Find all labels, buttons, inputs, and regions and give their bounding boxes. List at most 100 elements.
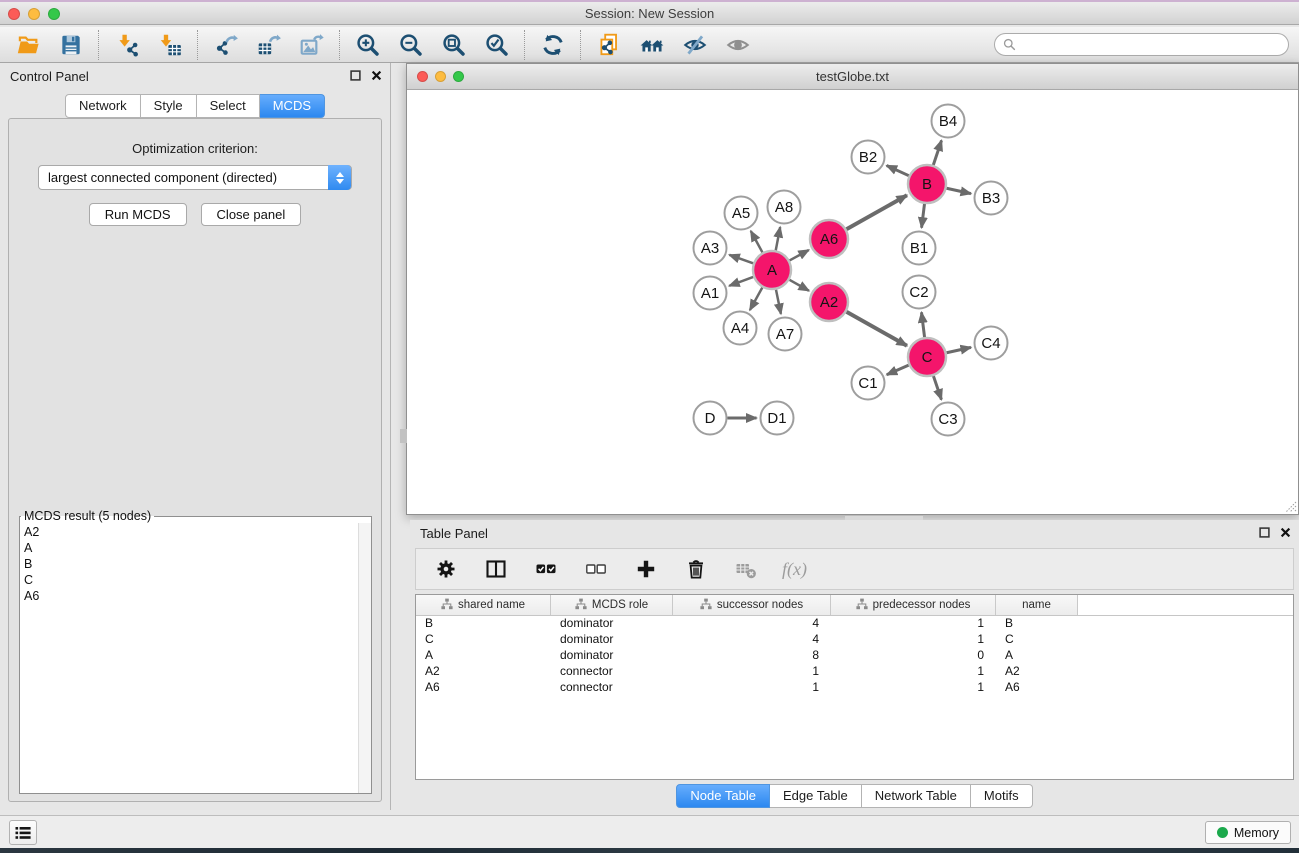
table-row[interactable]: Bdominator41B <box>416 616 1293 632</box>
table-cell[interactable]: 1 <box>831 616 996 631</box>
column-header-predecessor-nodes[interactable]: predecessor nodes <box>831 595 996 615</box>
graph-edge-A-A3[interactable] <box>729 255 753 263</box>
graph-edge-C-C2[interactable] <box>922 312 925 337</box>
graph-edge-A-A1[interactable] <box>729 277 753 286</box>
network-graph[interactable]: B4B2BB3A8A5A6A3B1AA1C2A2A4A7C4CC1DD1C3 <box>407 90 1298 514</box>
save-session-icon[interactable] <box>57 31 84 58</box>
network-window-titlebar[interactable]: testGlobe.txt <box>407 64 1298 90</box>
mcds-result-item[interactable]: A6 <box>24 588 371 604</box>
search-input[interactable] <box>1021 38 1280 52</box>
tab-edge-table[interactable]: Edge Table <box>770 784 862 808</box>
mcds-result-item[interactable]: C <box>24 572 371 588</box>
graph-edge-A-A4[interactable] <box>750 288 762 311</box>
network-document-icon[interactable] <box>595 31 622 58</box>
graph-edge-A-A2[interactable] <box>789 280 809 291</box>
network-view-window[interactable]: testGlobe.txt B4B2BB3A8A5A6A3B1AA1C2A2A4… <box>406 63 1299 515</box>
float-panel-icon[interactable] <box>350 70 361 81</box>
export-image-icon[interactable] <box>298 31 325 58</box>
table-cell[interactable]: 1 <box>831 632 996 647</box>
export-table-icon[interactable] <box>255 31 282 58</box>
table-cell[interactable]: 1 <box>673 680 831 695</box>
table-cell[interactable]: dominator <box>551 616 673 631</box>
graph-edge-C-C1[interactable] <box>887 365 909 375</box>
table-cell[interactable]: 4 <box>673 616 831 631</box>
export-network-icon[interactable] <box>212 31 239 58</box>
open-session-icon[interactable] <box>14 31 41 58</box>
table-cell[interactable]: B <box>416 616 551 631</box>
graph-edge-B-B3[interactable] <box>947 188 971 193</box>
columns-icon[interactable] <box>482 556 509 583</box>
table-row[interactable]: A2connector11A2 <box>416 663 1293 679</box>
table-row[interactable]: Cdominator41C <box>416 632 1293 648</box>
table-cell[interactable]: A2 <box>996 664 1078 679</box>
table-cell[interactable]: 1 <box>673 664 831 679</box>
float-table-panel-icon[interactable] <box>1259 527 1270 538</box>
show-details-icon[interactable] <box>724 31 751 58</box>
table-row[interactable]: Adominator80A <box>416 648 1293 664</box>
graph-edge-A6-B[interactable] <box>846 195 907 229</box>
tab-style[interactable]: Style <box>141 94 197 118</box>
resize-grip[interactable] <box>1283 499 1297 513</box>
graph-edge-C-C3[interactable] <box>933 376 941 400</box>
criterion-select[interactable]: largest connected component (directed) <box>38 165 352 190</box>
column-header-MCDS-role[interactable]: MCDS role <box>551 595 673 615</box>
tab-network[interactable]: Network <box>65 94 141 118</box>
delete-icon[interactable] <box>682 556 709 583</box>
table-cell[interactable]: dominator <box>551 648 673 663</box>
graph-edge-A-A5[interactable] <box>751 231 763 252</box>
network-canvas[interactable]: B4B2BB3A8A5A6A3B1AA1C2A2A4A7C4CC1DD1C3 <box>407 90 1298 514</box>
tab-motifs[interactable]: Motifs <box>971 784 1033 808</box>
column-header-successor-nodes[interactable]: successor nodes <box>673 595 831 615</box>
refresh-icon[interactable] <box>539 31 566 58</box>
close-table-panel-icon[interactable] <box>1280 527 1291 538</box>
tab-network-table[interactable]: Network Table <box>862 784 971 808</box>
select-arrows-icon[interactable] <box>328 165 351 190</box>
graph-edge-B-B4[interactable] <box>933 140 941 165</box>
table-row[interactable]: A6connector11A6 <box>416 679 1293 695</box>
network-vertical-scrollbar[interactable] <box>400 429 407 443</box>
mcds-list-scrollbar[interactable] <box>358 523 371 793</box>
import-network-icon[interactable] <box>113 31 140 58</box>
graph-edge-A2-C[interactable] <box>846 312 907 346</box>
add-icon[interactable] <box>632 556 659 583</box>
table-cell[interactable]: 1 <box>831 664 996 679</box>
home-icon[interactable] <box>638 31 665 58</box>
tab-select[interactable]: Select <box>197 94 260 118</box>
column-header-shared-name[interactable]: shared name <box>416 595 551 615</box>
graph-edge-B-B2[interactable] <box>887 166 909 176</box>
memory-button[interactable]: Memory <box>1205 821 1291 844</box>
run-mcds-button[interactable]: Run MCDS <box>89 203 187 226</box>
mcds-result-item[interactable]: A <box>24 540 371 556</box>
table-cell[interactable]: C <box>996 632 1078 647</box>
graph-edge-A-A6[interactable] <box>790 250 809 260</box>
graph-edge-A-A8[interactable] <box>776 227 780 250</box>
table-cell[interactable]: 0 <box>831 648 996 663</box>
hide-details-icon[interactable] <box>681 31 708 58</box>
close-panel-icon[interactable] <box>371 70 382 81</box>
zoom-out-icon[interactable] <box>397 31 424 58</box>
graph-edge-A-A7[interactable] <box>776 290 781 314</box>
table-cell[interactable]: dominator <box>551 632 673 647</box>
table-cell[interactable]: B <box>996 616 1078 631</box>
mcds-result-item[interactable]: B <box>24 556 371 572</box>
search-box[interactable] <box>994 33 1289 56</box>
table-cell[interactable]: connector <box>551 664 673 679</box>
import-table-icon[interactable] <box>156 31 183 58</box>
table-cell[interactable]: 4 <box>673 632 831 647</box>
clear-selection-icon[interactable] <box>582 556 609 583</box>
delete-table-icon[interactable] <box>732 556 759 583</box>
app-titlebar[interactable]: Session: New Session <box>0 0 1299 25</box>
zoom-in-icon[interactable] <box>354 31 381 58</box>
tab-mcds[interactable]: MCDS <box>260 94 325 118</box>
table-cell[interactable]: A6 <box>996 680 1078 695</box>
tab-node-table[interactable]: Node Table <box>676 784 770 808</box>
table-cell[interactable]: C <box>416 632 551 647</box>
table-cell[interactable]: A2 <box>416 664 551 679</box>
table-cell[interactable]: connector <box>551 680 673 695</box>
zoom-selected-icon[interactable] <box>483 31 510 58</box>
select-all-icon[interactable] <box>532 556 559 583</box>
task-history-button[interactable] <box>9 820 37 845</box>
table-cell[interactable]: 1 <box>831 680 996 695</box>
table-cell[interactable]: 8 <box>673 648 831 663</box>
column-header-name[interactable]: name <box>996 595 1078 615</box>
